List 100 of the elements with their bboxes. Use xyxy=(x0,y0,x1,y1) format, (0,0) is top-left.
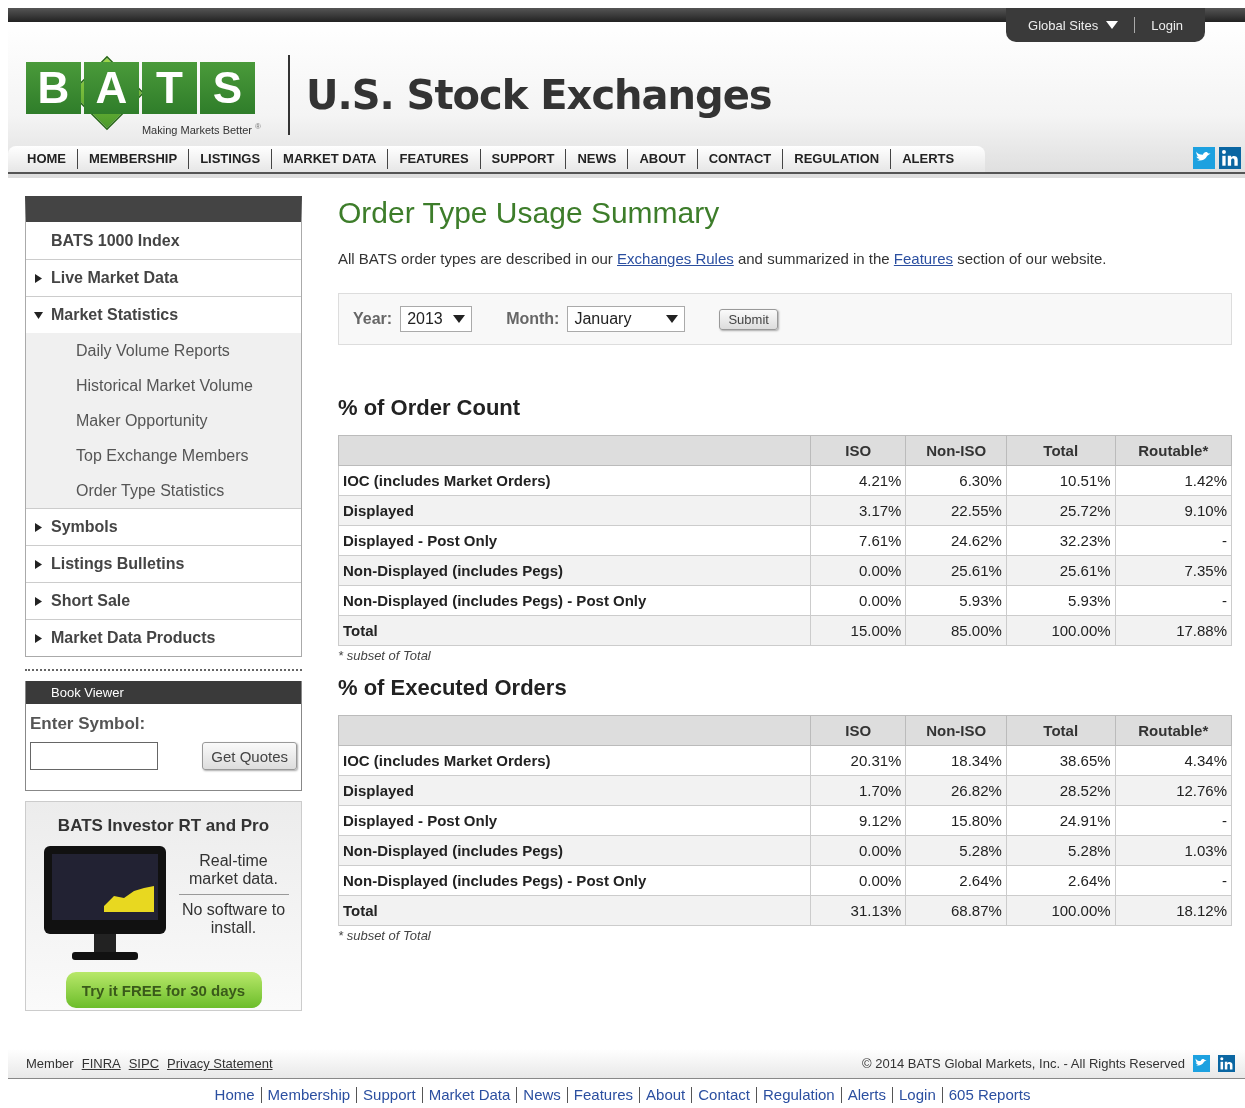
footer-link[interactable]: Support xyxy=(356,1087,422,1103)
month-select[interactable]: January xyxy=(567,306,686,332)
nav-link[interactable]: HOME xyxy=(16,149,77,169)
table-cell: 18.34% xyxy=(905,745,1007,776)
footer-link[interactable]: Alerts xyxy=(840,1087,893,1103)
linkedin-icon[interactable] xyxy=(1218,1055,1235,1072)
nav-link[interactable]: CONTACT xyxy=(696,149,783,169)
triangle-icon xyxy=(34,559,43,569)
header-cell: Routable* xyxy=(1115,715,1232,746)
table-cell: 18.12% xyxy=(1115,895,1232,926)
triangle-icon xyxy=(34,596,43,606)
table-cell: Total xyxy=(338,895,811,926)
nav-link[interactable]: ABOUT xyxy=(627,149,697,169)
footer-link[interactable]: Home xyxy=(208,1087,261,1103)
twitter-icon[interactable] xyxy=(1193,147,1215,169)
triangle-icon xyxy=(34,633,43,643)
table-cell: - xyxy=(1115,805,1232,836)
table-cell: 1.03% xyxy=(1115,835,1232,866)
table-cell: - xyxy=(1115,585,1232,616)
footer-link[interactable]: SIPC xyxy=(128,1056,160,1071)
footer-link[interactable]: News xyxy=(516,1087,567,1103)
sidebar-subitem[interactable]: Daily Volume Reports xyxy=(26,333,301,368)
promo-title: BATS Investor RT and Pro xyxy=(57,816,270,836)
nav-link[interactable]: LISTINGS xyxy=(188,149,272,169)
table-cell: 28.52% xyxy=(1006,775,1116,806)
table-cell: - xyxy=(1115,865,1232,896)
table-cell: Total xyxy=(338,615,811,646)
table-cell: 22.55% xyxy=(905,495,1007,526)
year-select[interactable]: 2013 xyxy=(400,306,473,332)
table-cell: 17.88% xyxy=(1115,615,1232,646)
table-cell: 12.76% xyxy=(1115,775,1232,806)
table-cell: 1.70% xyxy=(810,775,906,806)
footer-link[interactable]: Regulation xyxy=(755,1087,841,1103)
table-cell: 0.00% xyxy=(810,865,906,896)
sidebar-subitem[interactable]: Order Type Statistics xyxy=(26,473,301,508)
free-trial-button[interactable]: Try it FREE for 30 days xyxy=(65,972,262,1008)
footer-link[interactable]: Privacy Statement xyxy=(167,1056,273,1071)
table-cell: 25.61% xyxy=(1006,555,1116,586)
logo[interactable]: B A T S Making Markets Better ® xyxy=(26,50,262,140)
table-cell: 38.65% xyxy=(1006,745,1116,776)
table-cell: Non-Displayed (includes Pegs) - Post Only xyxy=(338,865,811,896)
table-cell: Displayed - Post Only xyxy=(338,805,811,836)
table-cell: 32.23% xyxy=(1006,525,1116,556)
features-link[interactable]: Features xyxy=(893,250,954,267)
table-cell: IOC (includes Market Orders) xyxy=(338,465,811,496)
footer-link[interactable]: FINRA xyxy=(81,1056,121,1071)
page-title: Order Type Usage Summary xyxy=(338,196,721,230)
header-cell: Non-ISO xyxy=(905,435,1007,466)
table-cell: Displayed xyxy=(338,495,811,526)
table-cell: 10.51% xyxy=(1006,465,1116,496)
login-link[interactable]: Login xyxy=(1151,17,1183,33)
nav-link[interactable]: ALERTS xyxy=(890,149,966,169)
footer-link[interactable]: About xyxy=(639,1087,692,1103)
table-cell: 15.00% xyxy=(810,615,906,646)
submit-button[interactable]: Submit xyxy=(719,308,778,330)
global-sites-dropdown[interactable]: Global Sites xyxy=(1028,17,1119,33)
table-cell: 0.00% xyxy=(810,585,906,616)
field-label: Enter Symbol: xyxy=(29,713,147,735)
header-cell: Total xyxy=(1006,435,1116,466)
table-cell: 7.35% xyxy=(1115,555,1232,586)
sidebar-subitem[interactable]: Maker Opportunity xyxy=(26,403,301,438)
table-cell: 25.61% xyxy=(905,555,1007,586)
nav-link[interactable]: MARKET DATA xyxy=(271,149,388,169)
panel-header: Book Viewer xyxy=(26,681,301,704)
nav-link[interactable]: NEWS xyxy=(565,149,628,169)
nav-link[interactable]: MEMBERSHIP xyxy=(77,149,189,169)
caret-icon xyxy=(453,315,466,323)
table-cell: 3.17% xyxy=(810,495,906,526)
footer-link[interactable]: Membership xyxy=(260,1087,357,1103)
table-cell: Non-Displayed (includes Pegs) - Post Only xyxy=(338,585,811,616)
get-quotes-button[interactable]: Get Quotes xyxy=(202,742,297,770)
twitter-icon[interactable] xyxy=(1193,1055,1210,1072)
triangle-icon xyxy=(34,273,43,283)
nav-link[interactable]: SUPPORT xyxy=(479,149,566,169)
footer-link[interactable]: 605 Reports xyxy=(941,1087,1037,1103)
table-cell: 5.28% xyxy=(905,835,1007,866)
site-title: U.S. Stock Exchanges xyxy=(306,72,772,118)
promo-text: No software to install. xyxy=(178,894,289,943)
section-title: % of Order Count xyxy=(338,395,522,421)
linkedin-icon[interactable] xyxy=(1219,147,1241,169)
table-cell: 0.00% xyxy=(810,555,906,586)
table-cell: 100.00% xyxy=(1006,895,1116,926)
table-cell: 9.12% xyxy=(810,805,906,836)
footer-link[interactable]: Login xyxy=(892,1087,942,1103)
nav-link[interactable]: REGULATION xyxy=(782,149,891,169)
table-cell: 100.00% xyxy=(1006,615,1116,646)
footer-link[interactable]: Market Data xyxy=(421,1087,517,1103)
table-cell: IOC (includes Market Orders) xyxy=(338,745,811,776)
rules-link[interactable]: Exchanges Rules xyxy=(617,250,734,267)
sidebar-subitem[interactable]: Top Exchange Members xyxy=(26,438,301,473)
footer-link[interactable]: Contact xyxy=(691,1087,756,1103)
table-cell: 0.00% xyxy=(810,835,906,866)
table-cell: 31.13% xyxy=(810,895,906,926)
footer-link[interactable]: Features xyxy=(566,1087,640,1103)
table-cell: 6.30% xyxy=(905,465,1007,496)
triangle-icon xyxy=(34,310,43,320)
table-cell: 7.61% xyxy=(810,525,906,556)
sidebar-subitem[interactable]: Historical Market Volume xyxy=(26,368,301,403)
nav-link[interactable]: FEATURES xyxy=(387,149,480,169)
symbol-input[interactable] xyxy=(30,742,158,770)
